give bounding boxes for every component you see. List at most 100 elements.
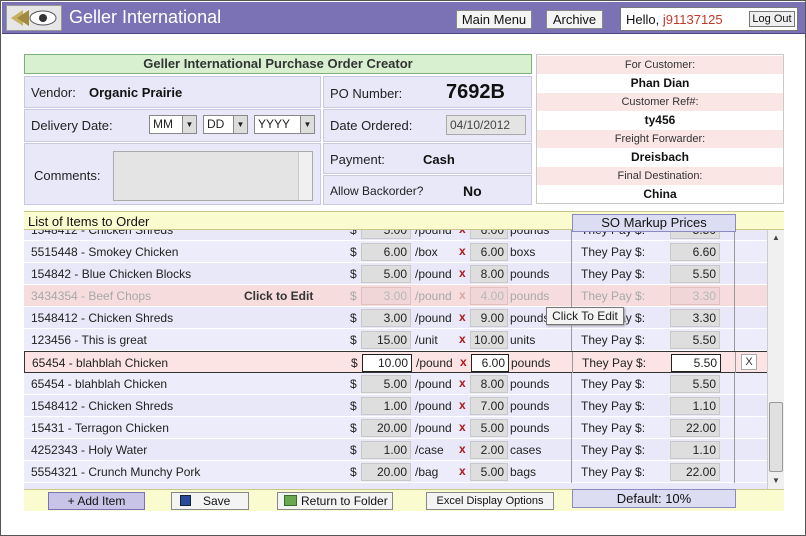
backorder-label: Allow Backorder? bbox=[330, 184, 424, 198]
column-divider bbox=[571, 395, 572, 417]
quantity-unit: pounds bbox=[510, 267, 550, 281]
times-icon: x bbox=[459, 244, 466, 258]
delivery-day-select[interactable]: DD ▼ bbox=[203, 115, 248, 134]
unit-price-field[interactable]: 5.00 bbox=[361, 230, 411, 239]
times-icon: x bbox=[459, 442, 466, 456]
table-row[interactable]: 154842 - Blue Chicken Blocks $5.00/pound x… bbox=[24, 263, 769, 285]
customer-ref-value: ty456 bbox=[537, 111, 783, 129]
chevron-down-icon: ▼ bbox=[233, 116, 247, 133]
item-name: 1548412 - Chicken Shreds bbox=[31, 311, 174, 325]
scroll-up-icon[interactable]: ▲ bbox=[770, 232, 782, 244]
chevron-down-icon: ▼ bbox=[182, 116, 196, 133]
sell-price-field[interactable]: 3.30 bbox=[670, 287, 720, 305]
delete-row-button[interactable]: X bbox=[741, 354, 757, 370]
table-row[interactable]: 123456 - This is great $15.00/unit x 10.00 u… bbox=[24, 329, 769, 351]
items-list-title: List of Items to Order bbox=[28, 214, 150, 229]
unit-price-field[interactable]: 20.00 bbox=[361, 463, 411, 481]
table-row[interactable]: 3434354 - Beef Chops Click to Edit $3.00/p… bbox=[24, 285, 769, 307]
unit-price-field[interactable]: 3.00 bbox=[361, 287, 411, 305]
quantity-unit: pounds bbox=[510, 421, 550, 435]
quantity-field[interactable]: 5.00 bbox=[470, 419, 508, 437]
price-unit: /bag bbox=[415, 465, 439, 479]
excel-display-options-button[interactable]: Excel Display Options bbox=[426, 492, 554, 510]
unit-price-field[interactable]: 5.00 bbox=[361, 375, 411, 393]
column-divider bbox=[571, 241, 572, 263]
price-unit: /pound bbox=[415, 399, 452, 413]
delivery-year-select[interactable]: YYYY ▼ bbox=[254, 115, 315, 134]
sell-price-field[interactable]: 5.50 bbox=[670, 375, 720, 393]
currency-symbol: $ bbox=[350, 289, 357, 303]
comments-scrollbar[interactable] bbox=[298, 152, 312, 200]
quantity-field[interactable]: 8.00 bbox=[470, 265, 508, 283]
table-row[interactable]: 1548412 - Chicken Shreds $3.00/pound x 9.00… bbox=[24, 307, 769, 329]
app-title: Geller International bbox=[69, 7, 222, 27]
quantity-field[interactable]: 10.00 bbox=[470, 331, 508, 349]
freight-value: Dreisbach bbox=[537, 148, 783, 166]
archive-button[interactable]: Archive bbox=[546, 10, 603, 29]
sell-price-field[interactable]: 1.10 bbox=[670, 397, 720, 415]
items-scrollbar[interactable]: ▲ ▼ bbox=[767, 230, 784, 489]
sell-price-field[interactable]: 22.00 bbox=[670, 419, 720, 437]
scroll-thumb[interactable] bbox=[769, 402, 783, 472]
table-row[interactable]: 15431 - Terragon Chicken $20.00/pound x 5.0… bbox=[24, 417, 769, 439]
quantity-unit: pounds bbox=[510, 289, 550, 303]
price-unit: /case bbox=[415, 443, 444, 457]
they-pay-label: They Pay $: bbox=[581, 267, 646, 281]
quantity-field[interactable]: 6.00 bbox=[470, 243, 508, 261]
chevron-down-icon: ▼ bbox=[300, 116, 314, 133]
table-row[interactable]: 5554321 - Crunch Munchy Pork $20.00/bag x 5… bbox=[24, 461, 769, 483]
sell-price-field[interactable]: 5.50 bbox=[670, 331, 720, 349]
delivery-year-value: YYYY bbox=[258, 117, 291, 131]
logout-button[interactable]: Log Out bbox=[749, 11, 795, 27]
item-name: 65454 - blahblah Chicken bbox=[31, 377, 168, 391]
quantity-field[interactable]: 4.00 bbox=[470, 287, 508, 305]
save-button[interactable]: Save bbox=[171, 492, 249, 510]
table-row[interactable]: 1548412 - Chicken Shreds $1.00/pound x 7.00… bbox=[24, 395, 769, 417]
quantity-field[interactable]: 2.00 bbox=[470, 441, 508, 459]
return-to-folder-button[interactable]: Return to Folder bbox=[277, 492, 393, 510]
click-to-edit-hint[interactable]: Click to Edit bbox=[244, 289, 313, 303]
table-row[interactable]: 65454 - blahblah Chicken $10.00/pound x 6.0… bbox=[24, 351, 769, 374]
quantity-field[interactable]: 8.00 bbox=[470, 375, 508, 393]
quantity-field[interactable]: 6.00 bbox=[471, 354, 509, 372]
unit-price-field[interactable]: 1.00 bbox=[361, 441, 411, 459]
main-menu-button[interactable]: Main Menu bbox=[456, 10, 532, 29]
quantity-field[interactable]: 5.00 bbox=[470, 463, 508, 481]
unit-price-field[interactable]: 3.00 bbox=[361, 309, 411, 327]
currency-symbol: $ bbox=[350, 377, 357, 391]
date-ordered-field[interactable]: 04/10/2012 bbox=[446, 115, 526, 135]
table-row[interactable]: 65454 - blahblah Chicken $5.00/pound x 8.00… bbox=[24, 373, 769, 395]
items-list: 1548412 - Chicken Shreds $5.00/pound x 6.00… bbox=[24, 230, 769, 489]
delivery-month-select[interactable]: MM ▼ bbox=[149, 115, 197, 134]
sell-price-field[interactable]: 5.50 bbox=[671, 354, 721, 372]
quantity-field[interactable]: 9.00 bbox=[470, 309, 508, 327]
scroll-down-icon[interactable]: ▼ bbox=[770, 475, 782, 487]
unit-price-field[interactable]: 6.00 bbox=[361, 243, 411, 261]
quantity-unit: pounds bbox=[511, 356, 551, 370]
column-divider bbox=[734, 417, 735, 439]
unit-price-field[interactable]: 20.00 bbox=[361, 419, 411, 437]
sell-price-field[interactable]: 22.00 bbox=[670, 463, 720, 481]
customer-panel: For Customer: Phan Dian Customer Ref#: t… bbox=[536, 54, 784, 204]
quantity-field[interactable]: 6.00 bbox=[470, 230, 508, 239]
default-markup: Default: 10% bbox=[572, 489, 736, 508]
currency-symbol: $ bbox=[350, 267, 357, 281]
currency-symbol: $ bbox=[350, 443, 357, 457]
markup-prices-header: SO Markup Prices bbox=[572, 214, 736, 232]
unit-price-field[interactable]: 10.00 bbox=[362, 354, 412, 372]
unit-price-field[interactable]: 1.00 bbox=[361, 397, 411, 415]
currency-symbol: $ bbox=[350, 421, 357, 435]
comments-textarea[interactable] bbox=[113, 151, 313, 201]
title-bar: Geller International Main Menu Archive H… bbox=[2, 2, 805, 34]
table-row[interactable]: 5515448 - Smokey Chicken $6.00/box x 6.00 bo… bbox=[24, 241, 769, 263]
quantity-field[interactable]: 7.00 bbox=[470, 397, 508, 415]
sell-price-field[interactable]: 3.30 bbox=[670, 309, 720, 327]
unit-price-field[interactable]: 5.00 bbox=[361, 265, 411, 283]
unit-price-field[interactable]: 15.00 bbox=[361, 331, 411, 349]
table-row[interactable]: 4252343 - Holy Water $1.00/case x 2.00 cases… bbox=[24, 439, 769, 461]
column-divider bbox=[571, 439, 572, 461]
sell-price-field[interactable]: 6.60 bbox=[670, 243, 720, 261]
sell-price-field[interactable]: 5.50 bbox=[670, 265, 720, 283]
sell-price-field[interactable]: 1.10 bbox=[670, 441, 720, 459]
add-item-button[interactable]: + Add Item bbox=[48, 492, 145, 510]
